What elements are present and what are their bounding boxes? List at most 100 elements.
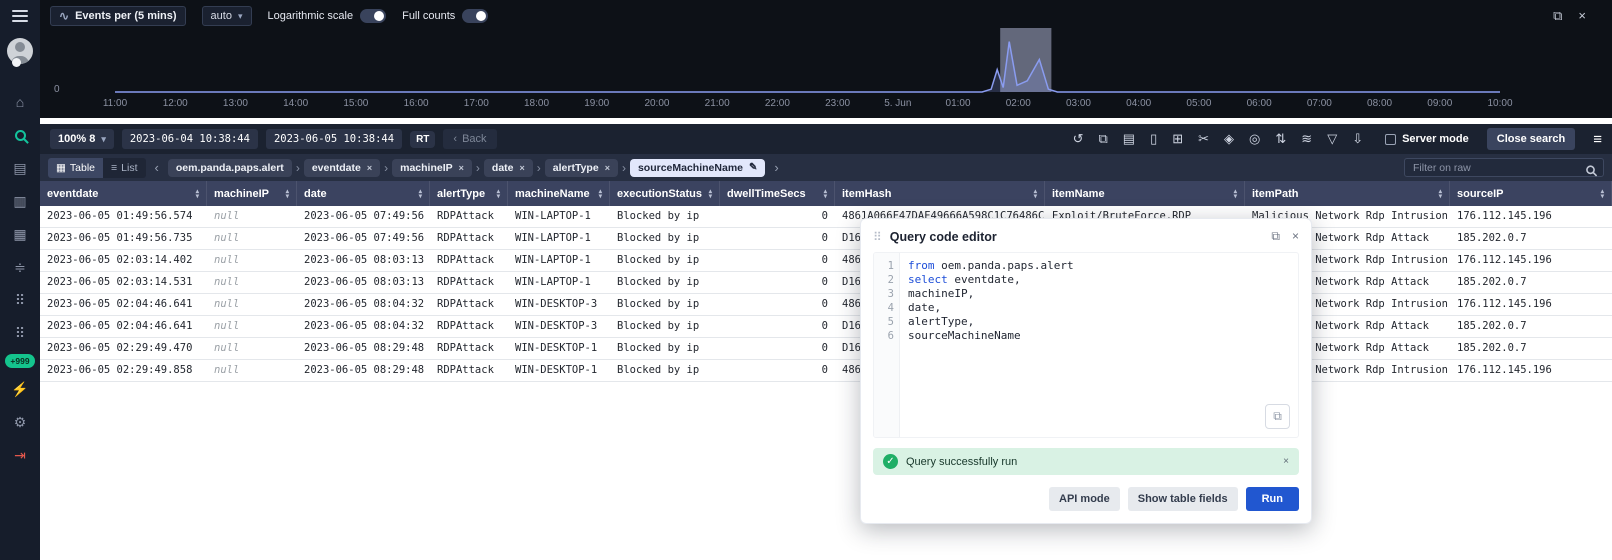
table-row[interactable]: 2023-06-05 02:04:46.641 null 2023-06-05 08… — [40, 316, 1612, 338]
events-line-chart[interactable] — [40, 28, 1612, 100]
column-header-machineIP[interactable]: machineIP ▴ ▾ — [207, 181, 297, 206]
table-row[interactable]: 2023-06-05 02:04:46.641 null 2023-06-05 08… — [40, 294, 1612, 316]
zoom-select[interactable]: 100% 8 ▾ — [50, 129, 114, 149]
sort-icon[interactable]: ▴ ▾ — [709, 188, 712, 200]
table-view-button[interactable]: ▦ Table — [48, 157, 104, 178]
apps-grid-icon[interactable]: ⠿ — [7, 288, 33, 312]
interval-select[interactable]: auto ▾ — [201, 6, 252, 26]
add-widget-icon[interactable]: ⊞ — [1172, 131, 1183, 147]
table-row[interactable]: 2023-06-05 02:03:14.531 null 2023-06-05 08… — [40, 272, 1612, 294]
column-header-itemName[interactable]: itemName ▴ ▾ — [1045, 181, 1245, 206]
column-header-sourceIP[interactable]: sourceIP ▴ ▾ — [1450, 181, 1612, 206]
scroll-pills-right-button[interactable]: › — [771, 160, 781, 175]
download-icon[interactable]: ⇩ — [1352, 131, 1363, 147]
run-button[interactable]: Run — [1245, 487, 1299, 511]
list-view-button[interactable]: ≡ List — [103, 158, 145, 178]
stream-icon[interactable]: ≋ — [1301, 131, 1312, 147]
column-header-dwellTimeSecs[interactable]: dwellTimeSecs ▴ ▾ — [720, 181, 835, 206]
time-to-chip[interactable]: 2023-06-05 10:38:44 — [265, 129, 403, 149]
swap-icon[interactable]: ⇅ — [1275, 131, 1286, 147]
devices-icon[interactable]: ▤ — [7, 156, 33, 180]
column-header-alertType[interactable]: alertType ▴ ▾ — [430, 181, 508, 206]
pill-oem.panda.paps.alert[interactable]: oem.panda.paps.alert — [167, 158, 292, 177]
table-row[interactable]: 2023-06-05 01:49:56.574 null 2023-06-05 07… — [40, 206, 1612, 228]
filter-on-raw-input[interactable] — [1404, 158, 1604, 178]
x-tick: 19:00 — [584, 98, 610, 109]
popout-chart-icon[interactable]: ⧉ — [1553, 8, 1562, 24]
archive-icon[interactable]: ▦ — [7, 222, 33, 246]
settings-icon[interactable]: ⚙ — [7, 410, 33, 434]
sort-icon[interactable]: ▴ ▾ — [419, 188, 422, 200]
pill-date[interactable]: date × — [483, 158, 533, 177]
history-icon[interactable]: ↺ — [1073, 131, 1084, 147]
drag-handle-icon[interactable]: ⠿ — [873, 230, 882, 244]
sort-icon[interactable]: ▴ ▾ — [824, 188, 827, 200]
remove-field-icon[interactable]: × — [367, 163, 372, 173]
api-mode-button[interactable]: API mode — [1049, 487, 1120, 511]
search-icon[interactable] — [1586, 164, 1595, 178]
copy-code-button[interactable]: ⧉ — [1265, 404, 1290, 429]
pill-alertType[interactable]: alertType × — [544, 158, 618, 177]
activity-icon[interactable]: ⚡ — [7, 377, 33, 401]
column-header-machineName[interactable]: machineName ▴ ▾ — [508, 181, 610, 206]
shield-icon[interactable]: ◈ — [1224, 131, 1234, 147]
filter-icon[interactable]: ▽ — [1327, 131, 1337, 147]
show-table-fields-button[interactable]: Show table fields — [1127, 487, 1238, 511]
table-row[interactable]: 2023-06-05 02:03:14.402 null 2023-06-05 08… — [40, 250, 1612, 272]
remove-field-icon[interactable]: × — [520, 163, 525, 173]
clipboard-icon[interactable]: ▤ — [1123, 131, 1135, 147]
table-row[interactable]: 2023-06-05 01:49:56.735 null 2023-06-05 07… — [40, 228, 1612, 250]
log-scale-toggle[interactable] — [360, 9, 387, 23]
close-modal-icon[interactable]: × — [1292, 229, 1299, 244]
sort-icon[interactable]: ▴ ▾ — [599, 188, 602, 200]
pill-machineIP[interactable]: machineIP × — [392, 158, 472, 177]
column-header-itemPath[interactable]: itemPath ▴ ▾ — [1245, 181, 1450, 206]
cut-icon[interactable]: ✂ — [1198, 131, 1209, 147]
sort-icon[interactable]: ▴ ▾ — [1234, 188, 1237, 200]
column-header-itemHash[interactable]: itemHash ▴ ▾ — [835, 181, 1045, 206]
back-button[interactable]: ‹ Back — [443, 129, 497, 149]
home-icon[interactable]: ⌂ — [7, 90, 33, 114]
search-icon[interactable] — [7, 123, 33, 147]
table-row[interactable]: 2023-06-05 02:29:49.470 null 2023-06-05 08… — [40, 338, 1612, 360]
close-chart-icon[interactable]: × — [1578, 8, 1586, 24]
code-lines[interactable]: from oem.panda.paps.alert select eventdat… — [900, 253, 1298, 437]
sort-icon[interactable]: ▴ ▾ — [286, 188, 289, 200]
remove-field-icon[interactable]: × — [605, 163, 610, 173]
logout-icon[interactable]: ⇥ — [7, 443, 33, 467]
time-from-chip[interactable]: 2023-06-04 10:38:44 — [121, 129, 258, 149]
chart-type-chip[interactable]: ∿ Events per (5 mins) — [50, 6, 186, 26]
remove-field-icon[interactable]: × — [459, 163, 464, 173]
sort-icon[interactable]: ▴ ▾ — [497, 188, 500, 200]
toolbar-icons: ↺ ⧉ ▤ ▯ ⊞ ✂ ◈ ◎ ⇅ ≋ ▽ ⇩ — [1073, 131, 1364, 147]
server-mode-checkbox[interactable] — [1385, 133, 1397, 145]
realtime-badge[interactable]: RT — [410, 130, 436, 148]
scroll-pills-left-button[interactable]: ‹ — [152, 160, 162, 175]
cell-dwellTimeSecs: 0 — [821, 210, 828, 222]
table-row[interactable]: 2023-06-05 02:29:49.858 null 2023-06-05 08… — [40, 360, 1612, 382]
column-header-executionStatus[interactable]: executionStatus ▴ ▾ — [610, 181, 720, 206]
column-header-eventdate[interactable]: eventdate ▴ ▾ — [40, 181, 207, 206]
notifications-badge[interactable]: +999 — [5, 354, 35, 368]
target-icon[interactable]: ◎ — [1249, 131, 1260, 147]
modules-grid-icon[interactable]: ⠿ — [7, 321, 33, 345]
sort-icon[interactable]: ▴ ▾ — [1034, 188, 1037, 200]
toolbar-menu-icon[interactable]: ≡ — [1593, 131, 1602, 148]
popout-editor-icon[interactable]: ⧉ — [1271, 229, 1280, 244]
sort-icon[interactable]: ▴ ▾ — [1601, 188, 1604, 200]
main-menu-icon[interactable] — [12, 10, 28, 22]
dismiss-banner-icon[interactable]: × — [1283, 456, 1289, 467]
sort-icon[interactable]: ▴ ▾ — [1439, 188, 1442, 200]
close-search-button[interactable]: Close search — [1486, 128, 1576, 150]
columns-icon[interactable]: ▯ — [1150, 131, 1157, 147]
packages-icon[interactable]: ▥ — [7, 189, 33, 213]
column-header-date[interactable]: date ▴ ▾ — [297, 181, 430, 206]
pill-eventdate[interactable]: eventdate × — [303, 158, 381, 177]
code-editor[interactable]: 1 2 3 4 5 6 from oem.panda.paps.alert select e… — [873, 252, 1299, 438]
filters-icon[interactable]: ≑ — [7, 255, 33, 279]
sort-icon[interactable]: ▴ ▾ — [196, 188, 199, 200]
edit-field-icon[interactable]: ✎ — [749, 162, 757, 173]
pill-sourceMachineName[interactable]: sourceMachineName ✎ — [629, 158, 766, 177]
copy-icon[interactable]: ⧉ — [1098, 131, 1107, 147]
full-counts-toggle[interactable] — [462, 9, 489, 23]
